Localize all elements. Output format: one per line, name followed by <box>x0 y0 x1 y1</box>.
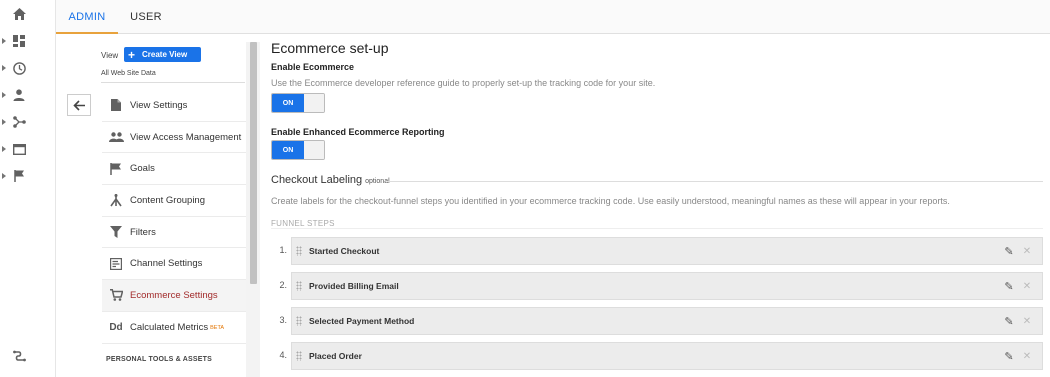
dd-icon: Dd <box>109 321 123 333</box>
nav-item-view-settings[interactable]: View Settings <box>102 90 246 122</box>
drag-handle-icon[interactable] <box>296 281 302 291</box>
enable-ecommerce-description: Use the Ecommerce developer reference gu… <box>271 78 656 88</box>
filter-icon <box>108 224 124 240</box>
create-view-button[interactable]: + Create View <box>124 47 201 62</box>
flag-icon[interactable] <box>10 167 28 185</box>
funnel-step-row[interactable]: Started Checkout ✎ ✕ <box>291 237 1043 265</box>
dashboards-icon[interactable] <box>10 32 28 50</box>
nav-label: Goals <box>130 163 155 175</box>
step-number: 1. <box>279 245 287 255</box>
expand-caret[interactable] <box>2 146 6 152</box>
section-heading: PERSONAL TOOLS & ASSETS <box>106 356 212 363</box>
divider <box>387 181 1043 182</box>
step-name: Started Checkout <box>309 246 380 256</box>
nav-label: Content Grouping <box>130 194 205 206</box>
funnel-step-row[interactable]: Selected Payment Method ✎ ✕ <box>291 307 1043 335</box>
view-settings-panel: View + Create View All Web Site Data Vie… <box>56 34 260 377</box>
nav-item-channel-settings[interactable]: Channel Settings <box>102 248 246 281</box>
nav-item-view-access-management[interactable]: View Access Management <box>102 122 246 154</box>
funnel-step-row[interactable]: Placed Order ✎ ✕ <box>291 342 1043 370</box>
expand-caret[interactable] <box>2 119 6 125</box>
nav-item-calculated-metrics[interactable]: Dd Calculated Metrics BETA <box>102 312 246 344</box>
drag-handle-icon[interactable] <box>296 351 302 361</box>
nav-label: Calculated Metrics <box>130 321 209 333</box>
nav-label: View Access Management <box>130 131 242 143</box>
nav-item-ecommerce-settings[interactable]: Ecommerce Settings <box>102 280 246 312</box>
nav-item-goals[interactable]: Goals <box>102 153 246 186</box>
step-number: 3. <box>279 315 287 325</box>
discover-icon[interactable] <box>10 347 28 365</box>
left-rail <box>0 0 56 377</box>
checkout-labeling-title: Checkout Labeling <box>271 174 363 186</box>
toggle-on-label: ON <box>272 94 304 112</box>
enhanced-ecommerce-toggle[interactable]: ON <box>271 140 325 160</box>
close-icon[interactable]: ✕ <box>1021 314 1033 328</box>
toggle-on-label: ON <box>272 141 304 159</box>
toggle-knob <box>304 94 324 112</box>
pencil-icon[interactable]: ✎ <box>1002 314 1016 328</box>
enable-ecommerce-toggle[interactable]: ON <box>271 93 325 113</box>
drag-handle-icon[interactable] <box>296 316 302 326</box>
step-name: Placed Order <box>309 351 362 361</box>
nav-item-filters[interactable]: Filters <box>102 217 246 249</box>
content-grouping-icon <box>108 192 124 208</box>
beta-badge: BETA <box>210 325 225 332</box>
expand-caret[interactable] <box>2 173 6 179</box>
flag-icon <box>108 161 124 177</box>
nav-label: Ecommerce Settings <box>130 289 218 301</box>
pencil-icon[interactable]: ✎ <box>1002 349 1016 363</box>
tab-admin[interactable]: ADMIN <box>56 0 118 34</box>
nav-item-content-grouping[interactable]: Content Grouping <box>102 185 246 217</box>
optional-note: optional <box>365 178 390 185</box>
behavior-icon[interactable] <box>10 140 28 158</box>
cart-icon <box>108 287 124 303</box>
funnel-step-row[interactable]: Provided Billing Email ✎ ✕ <box>291 272 1043 300</box>
channel-icon <box>108 256 124 272</box>
divider <box>101 82 245 83</box>
person-icon[interactable] <box>10 86 28 104</box>
step-number: 4. <box>279 350 287 360</box>
funnel-steps-heading: FUNNEL STEPS <box>271 219 335 228</box>
step-name: Selected Payment Method <box>309 316 415 326</box>
close-icon[interactable]: ✕ <box>1021 244 1033 258</box>
admin-tabs-bar: ADMIN USER <box>56 0 1050 34</box>
nav-label: Channel Settings <box>130 258 203 270</box>
nav-label: View Settings <box>130 99 188 111</box>
pencil-icon[interactable]: ✎ <box>1002 279 1016 293</box>
acquisition-icon[interactable] <box>10 113 28 131</box>
view-nav: View Settings View Access Management Goa… <box>102 90 246 344</box>
create-view-label: Create View <box>142 50 188 59</box>
enhanced-ecommerce-label: Enable Enhanced Ecommerce Reporting <box>271 127 445 137</box>
tab-user[interactable]: USER <box>122 0 170 34</box>
scrollbar-thumb[interactable] <box>250 42 257 284</box>
toggle-knob <box>304 141 324 159</box>
view-label: View <box>101 51 119 60</box>
checkout-labeling-description: Create labels for the checkout-funnel st… <box>271 196 950 206</box>
clock-icon[interactable] <box>10 59 28 77</box>
nav-label: Filters <box>130 226 156 238</box>
expand-caret[interactable] <box>2 65 6 71</box>
close-icon[interactable]: ✕ <box>1021 279 1033 293</box>
expand-caret[interactable] <box>2 92 6 98</box>
divider <box>271 228 1043 229</box>
page-title: Ecommerce set-up <box>271 40 389 56</box>
expand-caret[interactable] <box>2 38 6 44</box>
document-icon <box>108 97 124 113</box>
people-icon <box>108 129 124 145</box>
checkout-labeling-heading: Checkout Labeling optional <box>271 174 390 186</box>
step-number: 2. <box>279 280 287 290</box>
drag-handle-icon[interactable] <box>296 246 302 256</box>
ecommerce-setup-content: Ecommerce set-up Enable Ecommerce Use th… <box>271 34 1050 377</box>
plus-icon: + <box>128 47 136 62</box>
pencil-icon[interactable]: ✎ <box>1002 244 1016 258</box>
view-name[interactable]: All Web Site Data <box>101 70 156 77</box>
home-icon[interactable] <box>10 5 28 23</box>
step-name: Provided Billing Email <box>309 281 399 291</box>
close-icon[interactable]: ✕ <box>1021 349 1033 363</box>
back-arrow-icon[interactable] <box>67 94 91 116</box>
enable-ecommerce-label: Enable Ecommerce <box>271 62 355 72</box>
